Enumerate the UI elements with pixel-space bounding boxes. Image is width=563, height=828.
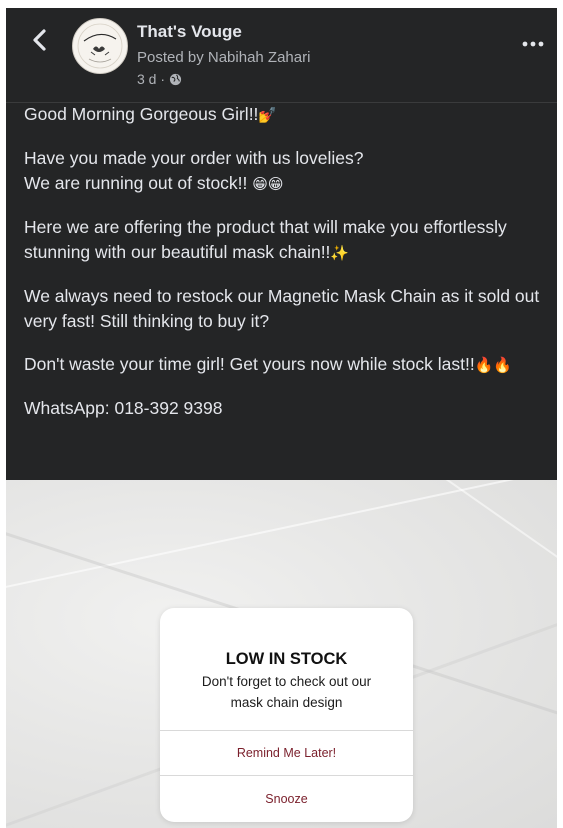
avatar[interactable] bbox=[72, 18, 128, 74]
post-text: Don't waste your time girl! Get yours no… bbox=[24, 354, 475, 374]
post-text: Good Morning Gorgeous Girl!! bbox=[24, 104, 259, 124]
grin-emoji: 😁😁 bbox=[252, 175, 284, 193]
post-frame: That's Vouge Posted by Nabihah Zahari 3 … bbox=[6, 8, 557, 828]
post-time[interactable]: 3 d · bbox=[137, 71, 165, 87]
nail-polish-emoji: 💅 bbox=[258, 106, 278, 124]
post-image[interactable]: LOW IN STOCK Don't forget to check out o… bbox=[6, 480, 557, 828]
more-horizontal-icon bbox=[522, 41, 544, 47]
posted-by[interactable]: Posted by Nabihah Zahari bbox=[137, 49, 310, 66]
post-text: Here we are offering the product that wi… bbox=[24, 217, 507, 262]
chevron-left-icon bbox=[33, 29, 46, 51]
page-logo bbox=[74, 20, 126, 72]
post-paragraph: Good Morning Gorgeous Girl!!💅 bbox=[24, 102, 544, 128]
sparkles-emoji: ✨ bbox=[330, 244, 350, 262]
page-name[interactable]: That's Vouge bbox=[137, 22, 242, 42]
post-paragraph: Have you made your order with us lovelie… bbox=[24, 146, 544, 197]
post-text: Have you made your order with us lovelie… bbox=[24, 148, 364, 168]
post-text: We are running out of stock!! bbox=[24, 173, 248, 193]
fire-emoji: 🔥🔥 bbox=[474, 356, 513, 374]
card-message: Don't forget to check out our mask chain… bbox=[201, 674, 372, 710]
post-paragraph: Don't waste your time girl! Get yours no… bbox=[24, 352, 544, 378]
post-header: That's Vouge Posted by Nabihah Zahari 3 … bbox=[6, 8, 557, 103]
post-meta: 3 d · bbox=[137, 71, 182, 87]
back-button[interactable] bbox=[26, 26, 54, 54]
post-paragraph: WhatsApp: 018-392 9398 bbox=[24, 396, 544, 421]
more-options-button[interactable] bbox=[521, 30, 545, 54]
whatsapp-contact: WhatsApp: 018-392 9398 bbox=[24, 398, 223, 418]
card-title: LOW IN STOCK bbox=[225, 650, 348, 668]
remind-later-button[interactable]: Remind Me Later! bbox=[160, 730, 413, 775]
post-text: We always need to restock our Magnetic M… bbox=[24, 286, 540, 331]
globe-icon bbox=[169, 73, 182, 85]
post-paragraph: We always need to restock our Magnetic M… bbox=[24, 284, 544, 334]
post-paragraph: Here we are offering the product that wi… bbox=[24, 215, 544, 266]
low-stock-card: LOW IN STOCK Don't forget to check out o… bbox=[160, 608, 413, 822]
post-body: Good Morning Gorgeous Girl!!💅 Have you m… bbox=[24, 102, 544, 439]
snooze-button[interactable]: Snooze bbox=[160, 775, 413, 822]
